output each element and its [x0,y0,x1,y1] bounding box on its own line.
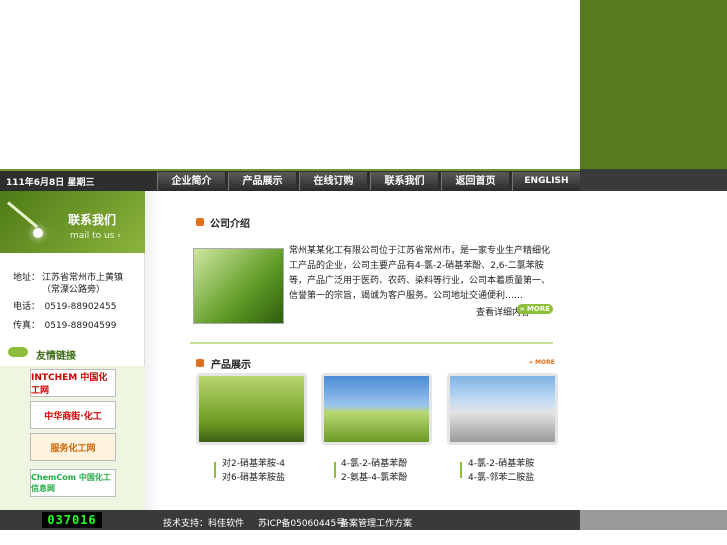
product-bar [460,462,462,478]
date-text: 111年6月8日 星期三 [6,178,95,188]
product-image-field[interactable] [321,373,432,445]
icp-link[interactable]: 苏ICP备05060445号 [258,516,345,529]
link-chemcom[interactable]: ChemCom 中国化工信息网 [30,469,116,497]
main-shadow [145,191,160,510]
product-name[interactable]: 2-氨基-4-氯苯酚 [341,472,407,485]
navbar-right-fill [580,169,727,191]
intro-image [193,248,284,324]
phone-text: 电话： 0519-88902455 [13,302,117,312]
fax-text: 传真： 0519-88904599 [13,321,117,331]
nav-english[interactable]: ENGLISH [512,172,580,191]
products-bullet-icon [196,359,204,367]
tech-support-text: 技术支持：科佳软件 [163,519,245,529]
link-intchem[interactable]: INTCHEM 中国化工网 [30,369,116,397]
glow-icon [33,228,43,238]
contact-banner[interactable]: 联系我们 mail to us › [0,191,145,253]
address-label: 地址： [13,273,41,283]
products-more-link[interactable]: » MORE [529,359,555,366]
friend-links-title: 友情链接 [36,351,76,362]
page: 111年6月8日 星期三 企业简介 产品展示 在线订购 联系我们 返回首页 EN… [0,0,727,545]
header-green-block [580,0,727,172]
products-title: 产品展示 [211,360,251,371]
nav-contact[interactable]: 联系我们 [370,172,438,191]
intro-bullet-icon [196,218,204,226]
nav-company-intro[interactable]: 企业简介 [157,172,225,191]
mail-to-us-link[interactable]: mail to us › [70,231,121,241]
link-zhonghua[interactable]: 中华商街·化工 [30,401,116,429]
nav-online-order[interactable]: 在线订购 [299,172,367,191]
product-bar [334,462,336,478]
product-name[interactable]: 4-氯-邻苯二胺盐 [468,472,534,485]
intro-more-button[interactable]: » MORE [517,304,553,314]
main-navbar: 111年6月8日 星期三 企业简介 产品展示 在线订购 联系我们 返回首页 EN… [0,169,580,191]
address-line2: （常溧公路旁） [42,285,106,295]
product-name[interactable]: 对6-硝基苯胺盐 [222,472,285,485]
product-bar [214,462,216,478]
leaf-icon [8,347,28,357]
footer-right-fill [580,510,727,530]
nav-home[interactable]: 返回首页 [441,172,509,191]
pen-icon [7,201,39,229]
nav-products[interactable]: 产品展示 [228,172,296,191]
link-fuwu[interactable]: 服务化工网 [30,433,116,461]
product-name[interactable]: 4-氯-2-硝基苯胺 [468,458,534,471]
product-name[interactable]: 对2-硝基苯胺-4 [222,458,285,471]
record-link[interactable]: 备案管理工作方案 [340,516,412,529]
section-divider [190,342,553,344]
product-name[interactable]: 4-氯-2-硝基苯酚 [341,458,407,471]
sidebar: 联系我们 mail to us › 地址： 江苏省常州市上黄镇 （常溧公路旁） … [0,191,145,510]
intro-text: 常州某某化工有限公司位于江苏省常州市，是一家专业生产精细化工产品的企业，公司主要… [289,246,551,301]
contact-title: 联系我们 [68,213,117,227]
intro-title: 公司介绍 [210,219,250,230]
product-image-tanks[interactable] [447,373,558,445]
visitor-counter: 037016 [42,512,102,528]
product-image-rice[interactable] [196,373,307,445]
